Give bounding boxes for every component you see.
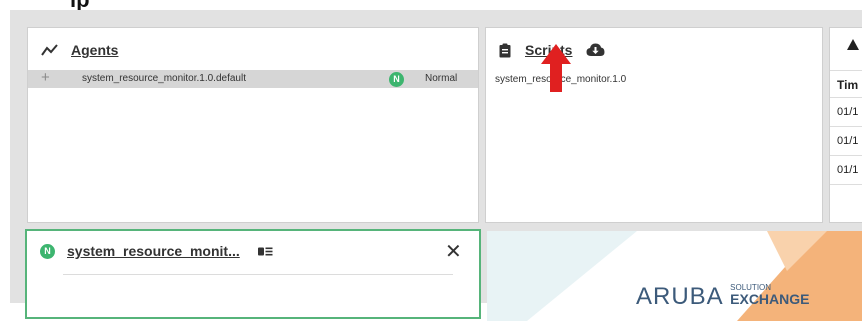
detail-title-link[interactable]: system_resource_monit... [67,243,240,259]
trend-line-icon [41,44,59,56]
table-row[interactable]: 01/1 [830,98,862,127]
agents-panel: Agents + system_resource_monitor.1.0.def… [27,27,479,223]
table-row[interactable]: 01/1 [830,156,862,185]
agents-title-link[interactable]: Agents [71,42,118,58]
dashboard: Agents + system_resource_monitor.1.0.def… [10,10,862,321]
page-heading-fragment: ip [0,0,862,10]
agents-panel-header: Agents [41,40,118,60]
expand-plus-icon[interactable]: + [41,69,50,87]
annotation-arrow-icon [541,44,571,92]
history-panel: Tim 01/1 01/1 01/1 [829,27,862,223]
agent-row[interactable]: + system_resource_monitor.1.0.default N … [28,69,478,88]
brand-panel: ARUBA SOLUTION EXCHANGE [487,231,862,321]
aruba-logo: ARUBA SOLUTION EXCHANGE [636,283,810,311]
details-list-icon[interactable] [257,247,273,256]
agent-status: Normal [425,73,458,84]
clipboard-icon [499,43,511,58]
table-row[interactable]: 01/1 [830,127,862,156]
triangle-up-icon [847,39,859,50]
history-table: Tim 01/1 01/1 01/1 [830,70,862,185]
divider [63,274,453,275]
detail-header: N system_resource_monit... [40,243,273,259]
agent-name: system_resource_monitor.1.0.default [82,73,246,84]
time-column-header[interactable]: Tim [830,70,862,98]
cloud-download-icon[interactable] [586,43,605,57]
close-icon[interactable]: ✕ [445,239,462,264]
scripts-panel: Scripts system_resource_monitor.1.0 [485,27,823,223]
brand-text: ARUBA [636,283,724,310]
agent-detail-panel: N system_resource_monit... ✕ [25,229,481,319]
normal-status-badge: N [40,243,55,259]
normal-status-badge: N [389,71,404,87]
